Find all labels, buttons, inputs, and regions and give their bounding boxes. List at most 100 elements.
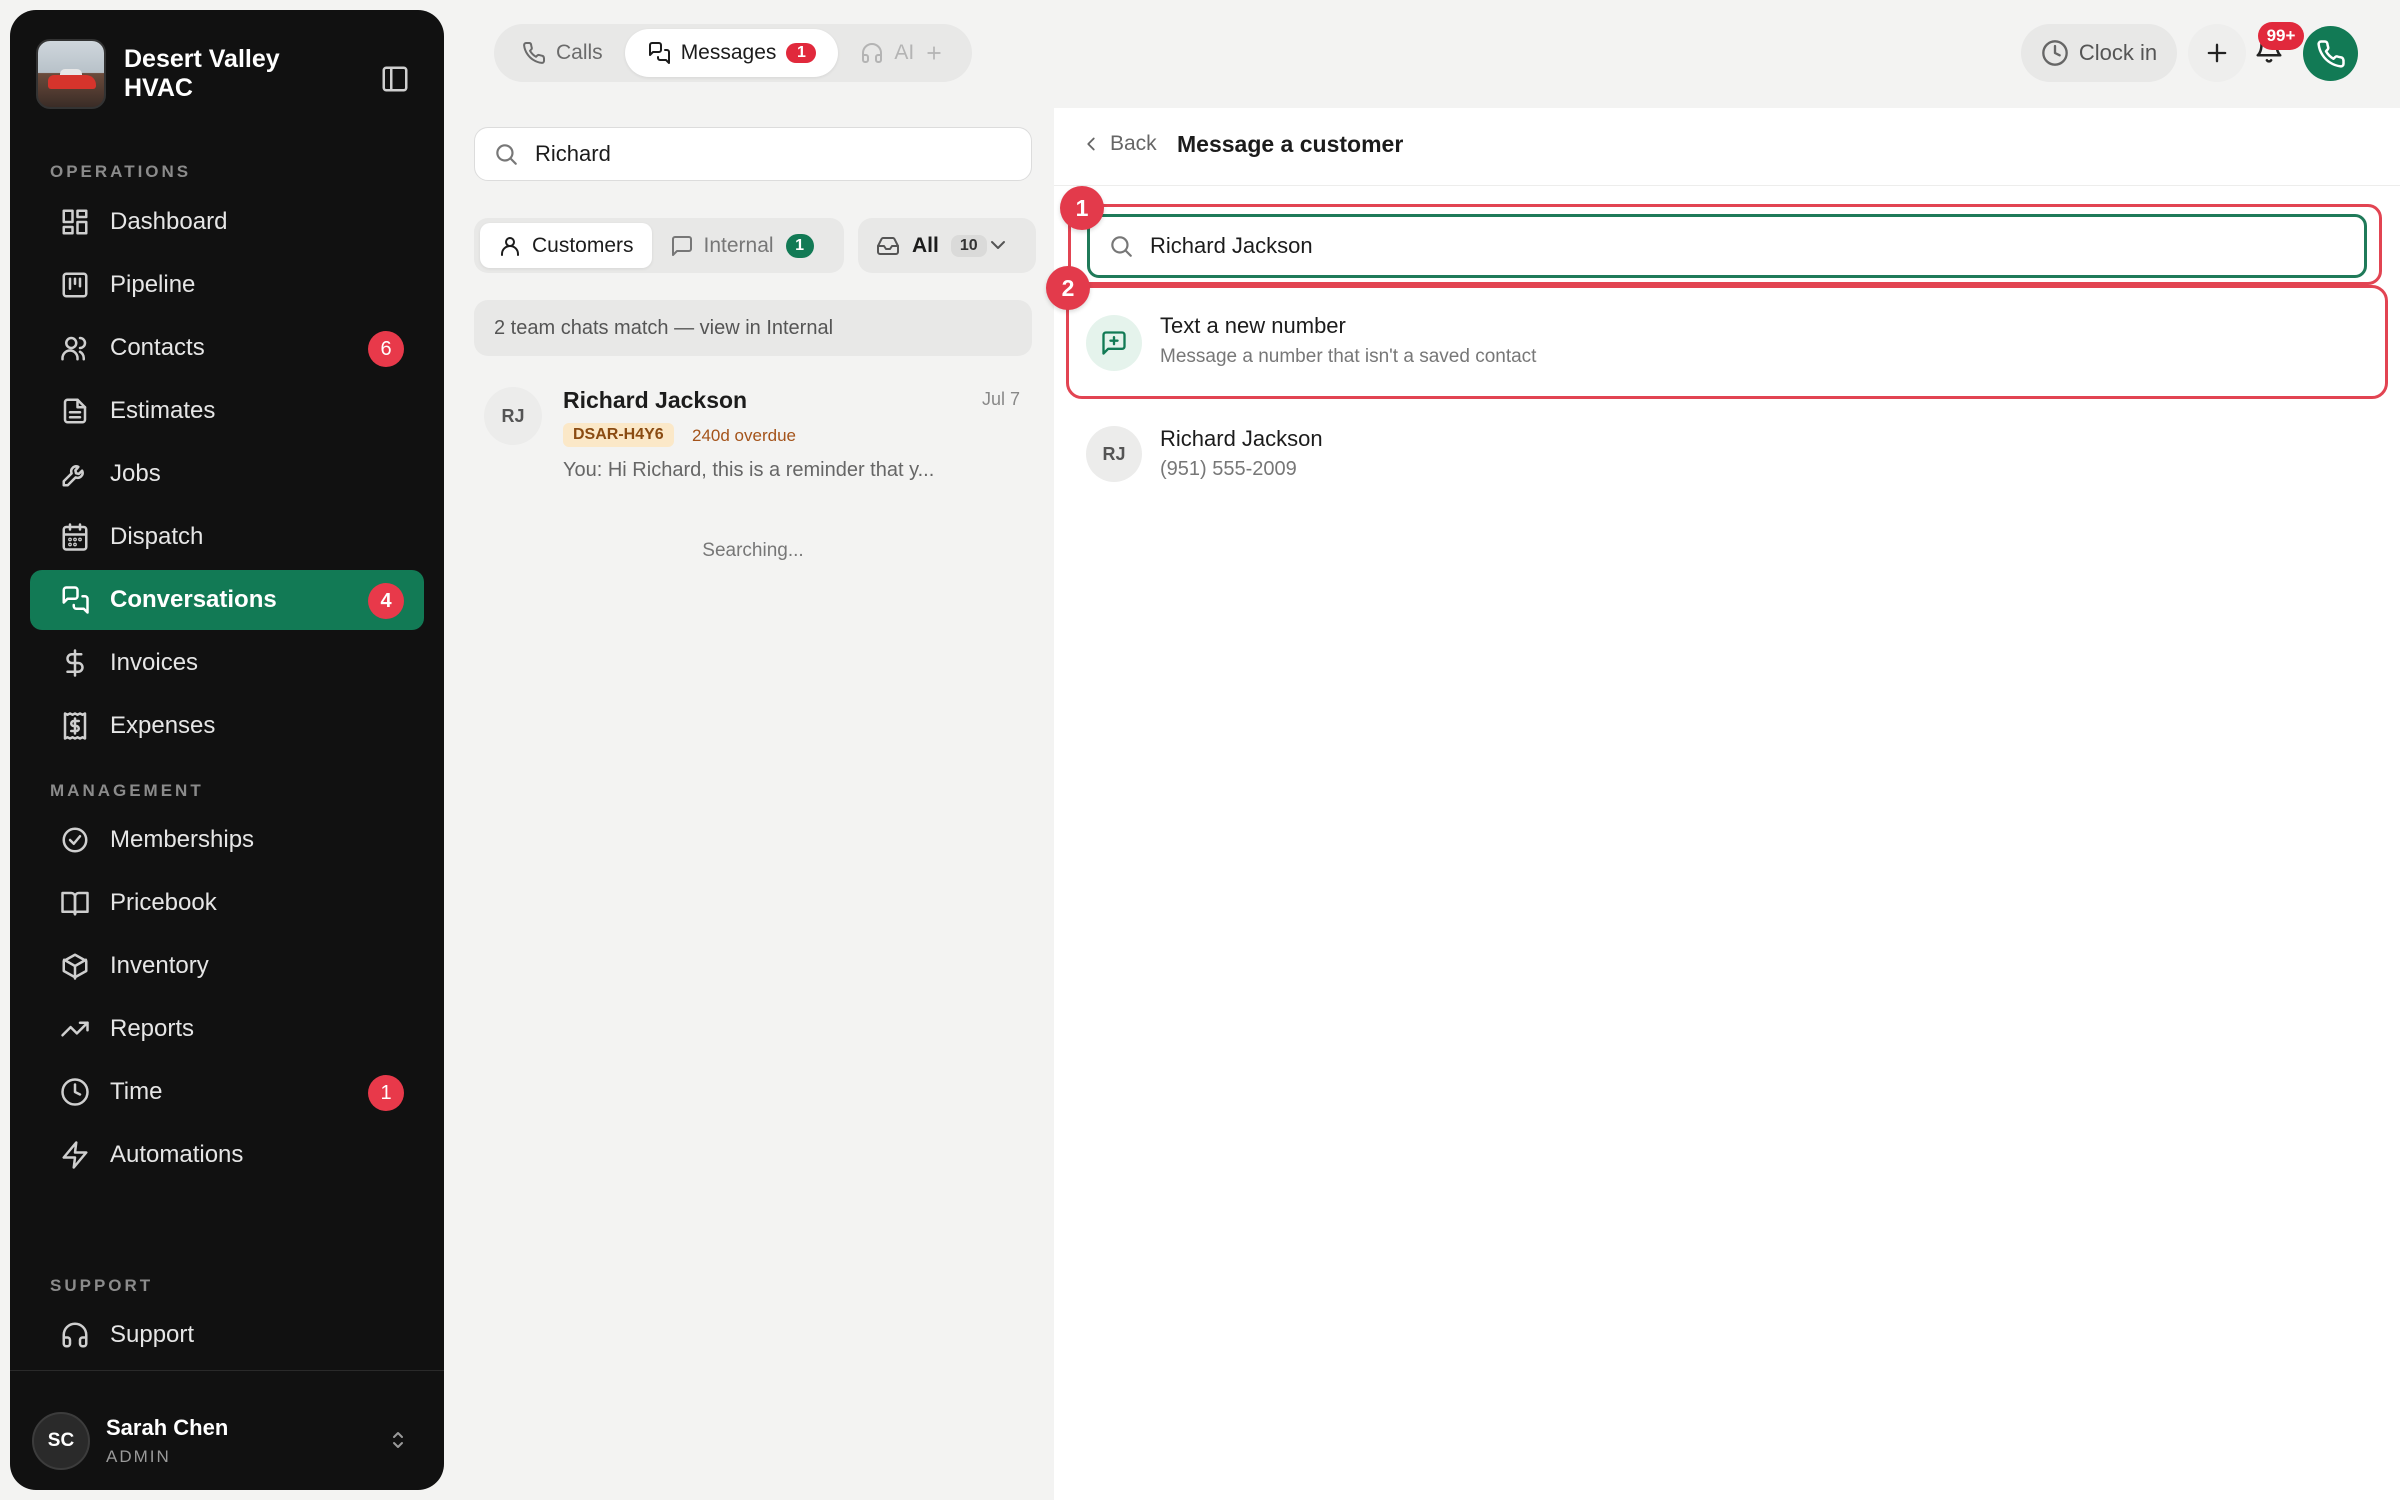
user-menu[interactable]: SC Sarah Chen ADMIN xyxy=(32,1408,422,1474)
sidebar-item-contacts[interactable]: Contacts 6 xyxy=(30,318,424,378)
sidebar-item-estimates[interactable]: Estimates xyxy=(30,381,424,441)
plus-icon xyxy=(2207,43,2227,63)
estimates-icon xyxy=(63,398,87,424)
sidebar-item-label: Dispatch xyxy=(110,523,204,550)
contact-phone: (951) 555-2009 xyxy=(1160,458,1297,480)
phone-icon xyxy=(2316,39,2345,68)
sidebar-item-memberships[interactable]: Memberships xyxy=(30,810,424,870)
conversation-search xyxy=(474,127,1032,181)
brand-logo xyxy=(36,39,106,109)
tab-label: Customers xyxy=(532,233,634,257)
trending-icon xyxy=(61,1021,89,1037)
sidebar-item-reports[interactable]: Reports xyxy=(30,999,424,1059)
sidebar-item-label: Pipeline xyxy=(110,271,196,298)
inbox-filter-label: All xyxy=(912,233,939,257)
tab-label: Messages xyxy=(680,41,777,64)
back-button[interactable]: Back xyxy=(1080,132,1157,156)
step-marker-1: 1 xyxy=(1060,186,1104,230)
dollar-icon xyxy=(66,649,84,677)
badge-check-icon xyxy=(62,827,88,853)
sidebar-item-label: Jobs xyxy=(110,460,161,487)
sidebar-item-label: Inventory xyxy=(110,952,209,979)
tab-ai[interactable]: AI xyxy=(838,29,966,77)
box-icon xyxy=(62,953,88,980)
inbox-filter-count: 10 xyxy=(950,234,987,257)
sidebar-item-label: Pricebook xyxy=(110,889,217,916)
messages-count-badge: 1 xyxy=(786,43,817,63)
sidebar-item-jobs[interactable]: Jobs xyxy=(30,444,424,504)
create-button[interactable] xyxy=(2188,24,2246,82)
sidebar-item-automations[interactable]: Automations xyxy=(30,1125,424,1185)
sidebar-item-expenses[interactable]: Expenses xyxy=(30,696,424,756)
contact-result-item[interactable]: RJ Richard Jackson (951) 555-2009 xyxy=(1076,410,2382,496)
sidebar-item-label: Conversations xyxy=(110,586,277,613)
inbox-filter-select[interactable]: All 10 xyxy=(858,218,1036,273)
customer-search-input[interactable] xyxy=(1150,233,2250,259)
team-chats-match-banner[interactable]: 2 team chats match — view in Internal xyxy=(474,300,1032,356)
chevron-left-icon xyxy=(1087,137,1095,151)
avatar: SC xyxy=(32,1412,90,1470)
text-new-number-option[interactable]: Text a new number Message a number that … xyxy=(1076,295,2382,389)
chevron-up-down-icon xyxy=(386,1428,410,1452)
internal-count-badge: 1 xyxy=(785,233,814,258)
sidebar-item-label: Reports xyxy=(110,1015,195,1042)
chat-icon xyxy=(62,586,89,614)
tab-calls[interactable]: Calls xyxy=(500,29,625,77)
conversation-preview: You: Hi Richard, this is a reminder that… xyxy=(563,459,935,481)
sidebar-item-time[interactable]: Time 1 xyxy=(30,1062,424,1122)
section-label-management: MANAGEMENT xyxy=(50,781,204,800)
user-icon xyxy=(501,236,519,256)
message-square-icon xyxy=(671,235,692,256)
book-icon xyxy=(61,891,89,916)
tab-customers[interactable]: Customers xyxy=(480,223,652,268)
conversation-filter-tabs: Customers Internal 1 xyxy=(474,218,844,273)
conversation-name: Richard Jackson xyxy=(563,387,748,413)
channel-tabs: Calls Messages 1 AI xyxy=(494,24,972,82)
step-marker-2: 2 xyxy=(1046,266,1090,310)
user-role: ADMIN xyxy=(106,1447,171,1466)
sidebar-item-label: Support xyxy=(110,1321,195,1348)
receipt-icon xyxy=(63,712,87,740)
sidebar-item-dashboard[interactable]: Dashboard xyxy=(30,192,424,252)
sidebar-divider xyxy=(10,1370,444,1371)
sidebar-item-label: Estimates xyxy=(110,397,216,424)
tab-label: Calls xyxy=(556,41,603,64)
message-plus-icon xyxy=(1086,315,1142,371)
conversation-search-input[interactable] xyxy=(535,141,975,167)
brand-name: Desert Valley HVAC xyxy=(124,45,280,102)
conversation-list-item[interactable]: RJ Richard Jackson Jul 7 DSAR-H4Y6 240d … xyxy=(474,375,1032,495)
clock-icon xyxy=(2042,40,2068,66)
tab-internal[interactable]: Internal 1 xyxy=(652,223,832,268)
phone-icon xyxy=(523,41,546,64)
sidebar-item-invoices[interactable]: Invoices xyxy=(30,633,424,693)
back-label: Back xyxy=(1110,132,1157,155)
sidebar-item-support[interactable]: Support xyxy=(30,1305,424,1365)
clock-in-button[interactable]: Clock in xyxy=(2021,24,2177,82)
messages-icon xyxy=(648,42,670,64)
contact-name: Richard Jackson xyxy=(1160,426,1323,451)
sidebar-item-inventory[interactable]: Inventory xyxy=(30,936,424,996)
sidebar-item-conversations[interactable]: Conversations 4 xyxy=(30,570,424,630)
sidebar-toggle-icon[interactable] xyxy=(380,64,410,94)
sidebar-item-label: Expenses xyxy=(110,712,216,739)
section-label-operations: OPERATIONS xyxy=(50,162,192,181)
new-number-subtitle: Message a number that isn't a saved cont… xyxy=(1160,346,1537,367)
sidebar-item-pipeline[interactable]: Pipeline xyxy=(30,255,424,315)
tab-label: Internal xyxy=(703,233,774,257)
tab-messages[interactable]: Messages 1 xyxy=(624,29,839,77)
customer-search xyxy=(1087,214,2367,278)
bolt-icon xyxy=(62,1141,88,1169)
request-tag: DSAR-H4Y6 xyxy=(563,423,674,447)
brand[interactable]: Desert Valley HVAC xyxy=(36,34,324,114)
clock-icon xyxy=(61,1078,89,1106)
sidebar-item-pricebook[interactable]: Pricebook xyxy=(30,873,424,933)
contacts-badge: 6 xyxy=(368,331,404,367)
search-icon xyxy=(496,144,517,165)
page-title: Message a customer xyxy=(1177,131,1404,157)
sidebar-item-label: Dashboard xyxy=(110,208,228,235)
conversation-date: Jul 7 xyxy=(981,389,1020,409)
call-button[interactable] xyxy=(2303,26,2358,81)
sidebar-item-dispatch[interactable]: Dispatch xyxy=(30,507,424,567)
headset-icon xyxy=(62,1322,88,1348)
sidebar-item-label: Automations xyxy=(110,1141,244,1168)
